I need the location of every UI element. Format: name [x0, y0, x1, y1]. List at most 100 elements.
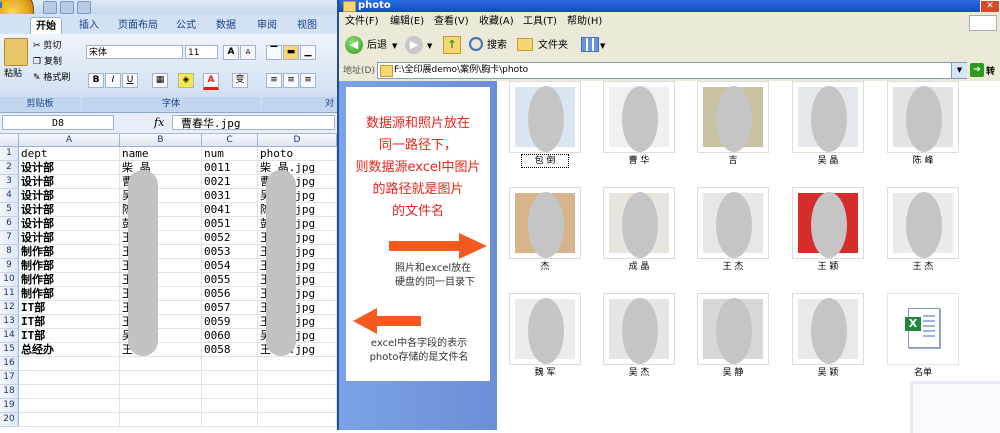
align-middle-button[interactable]: ▬ [283, 45, 299, 60]
borders-button[interactable]: ▦ [152, 73, 168, 88]
file-caption[interactable]: 包 倒 [521, 154, 569, 168]
cell-a[interactable]: 制作部 [19, 287, 120, 301]
row-header[interactable]: 16 [0, 357, 19, 371]
cell-a[interactable]: 总经办 [19, 343, 120, 357]
views-icon[interactable] [581, 37, 599, 52]
photo-thumbnail[interactable] [509, 293, 581, 365]
cell-a[interactable] [19, 413, 120, 427]
fx-icon[interactable]: fx [154, 115, 168, 130]
align-bottom-button[interactable]: ▁ [300, 45, 316, 60]
column-header-a[interactable]: A [19, 134, 120, 147]
photo-thumbnail[interactable] [603, 293, 675, 365]
photo-thumbnail[interactable] [697, 81, 769, 153]
row-header[interactable]: 12 [0, 301, 19, 315]
cell-c[interactable]: 0056 [202, 287, 258, 301]
views-dropdown-icon[interactable]: ▼ [600, 38, 605, 54]
cell-a[interactable]: 制作部 [19, 245, 120, 259]
quick-redo-icon[interactable] [77, 1, 91, 14]
up-folder-icon[interactable]: ↑ [443, 36, 461, 54]
file-caption[interactable]: 吴 杰 [603, 367, 675, 379]
address-dropdown-icon[interactable]: ▼ [951, 63, 967, 78]
file-caption[interactable]: 陈 峰 [887, 155, 959, 167]
photo-thumbnail[interactable] [603, 187, 675, 259]
cell-d[interactable]: 柴 晶.jpg [258, 161, 337, 175]
file-caption[interactable]: 吴 静 [697, 367, 769, 379]
cell-c[interactable]: 0041 [202, 203, 258, 217]
go-button[interactable]: 转 [986, 64, 995, 77]
photo-thumbnail[interactable] [792, 81, 864, 153]
tab-insert[interactable]: 插入 [74, 17, 104, 34]
photo-thumbnail[interactable] [509, 81, 581, 153]
photo-thumbnail[interactable] [792, 187, 864, 259]
format-painter-button[interactable]: ✎ 格式刷 [33, 71, 70, 85]
cell-c[interactable] [202, 413, 258, 427]
row-header[interactable]: 4 [0, 189, 19, 203]
phonetic-button[interactable]: 变 [232, 73, 248, 88]
cell-d[interactable] [258, 357, 337, 371]
font-name-combo[interactable]: 宋体 [86, 45, 183, 59]
cell-c[interactable] [202, 357, 258, 371]
menu-view[interactable]: 查看(V) [434, 14, 469, 29]
file-caption[interactable]: 吴 颖 [792, 367, 864, 379]
column-header-b[interactable]: B [120, 134, 202, 147]
tab-view[interactable]: 视图 [292, 17, 322, 34]
back-arrow-icon[interactable]: ◀ [345, 36, 363, 54]
cell-b[interactable] [120, 385, 202, 399]
photo-thumbnail[interactable] [697, 293, 769, 365]
italic-button[interactable]: I [105, 73, 121, 88]
photo-thumbnail[interactable] [792, 293, 864, 365]
excel-file-thumbnail[interactable]: X [887, 293, 959, 365]
photo-thumbnail[interactable] [887, 81, 959, 153]
file-caption[interactable]: 吉 [697, 155, 769, 167]
row-header[interactable]: 2 [0, 161, 19, 175]
file-caption[interactable]: 曹 华 [603, 155, 675, 167]
align-left-button[interactable]: ≡ [266, 73, 282, 88]
back-button[interactable]: 后退 [367, 38, 387, 54]
search-button[interactable]: 搜索 [487, 38, 507, 54]
cell-a[interactable] [19, 399, 120, 413]
forward-dropdown-icon[interactable]: ▼ [427, 38, 432, 54]
row-header[interactable]: 17 [0, 371, 19, 385]
row-header[interactable]: 9 [0, 259, 19, 273]
row-header[interactable]: 3 [0, 175, 19, 189]
photo-thumbnail[interactable] [603, 81, 675, 153]
cell-c[interactable]: 0059 [202, 315, 258, 329]
cell-a[interactable]: 设计部 [19, 231, 120, 245]
quick-undo-icon[interactable] [60, 1, 74, 14]
folders-button[interactable]: 文件夹 [538, 38, 568, 54]
go-arrow-icon[interactable]: ➔ [970, 63, 984, 77]
align-center-button[interactable]: ≡ [283, 73, 299, 88]
cell-c[interactable]: 0011 [202, 161, 258, 175]
cell-b[interactable] [120, 357, 202, 371]
cell-d[interactable] [258, 385, 337, 399]
name-box[interactable]: D8 [2, 115, 114, 130]
cell-b[interactable] [120, 413, 202, 427]
cell-a[interactable]: IT部 [19, 301, 120, 315]
cell-c[interactable] [202, 385, 258, 399]
tab-review[interactable]: 审阅 [252, 17, 282, 34]
cell-a[interactable]: 设计部 [19, 189, 120, 203]
cell-d[interactable] [258, 371, 337, 385]
file-caption[interactable]: 王 颖 [792, 261, 864, 273]
tab-data[interactable]: 数据 [211, 17, 241, 34]
formula-input[interactable]: 曹春华.jpg [172, 115, 335, 130]
cell-b[interactable] [120, 399, 202, 413]
photo-thumbnail[interactable] [509, 187, 581, 259]
tab-page-layout[interactable]: 页面布局 [113, 17, 163, 34]
cell-a[interactable]: 设计部 [19, 161, 120, 175]
cell-b[interactable]: name [120, 147, 202, 161]
tab-home[interactable]: 开始 [30, 17, 62, 35]
file-caption[interactable]: 王 杰 [697, 261, 769, 273]
row-header[interactable]: 14 [0, 329, 19, 343]
font-size-combo[interactable]: 11 [185, 45, 218, 59]
paste-icon[interactable] [4, 38, 28, 66]
quick-save-icon[interactable] [43, 1, 57, 14]
menu-favorites[interactable]: 收藏(A) [479, 14, 514, 29]
spreadsheet-grid[interactable]: A B C D 1 dept name num photo 2 设计部柴 晶 0011 柴 晶.… [0, 134, 337, 430]
align-right-button[interactable]: ≡ [300, 73, 316, 88]
menu-tools[interactable]: 工具(T) [523, 14, 557, 29]
file-caption[interactable]: 吴 晶 [792, 155, 864, 167]
forward-arrow-icon[interactable]: ▶ [405, 36, 423, 54]
cell-a[interactable]: 制作部 [19, 259, 120, 273]
cell-d[interactable] [258, 413, 337, 427]
